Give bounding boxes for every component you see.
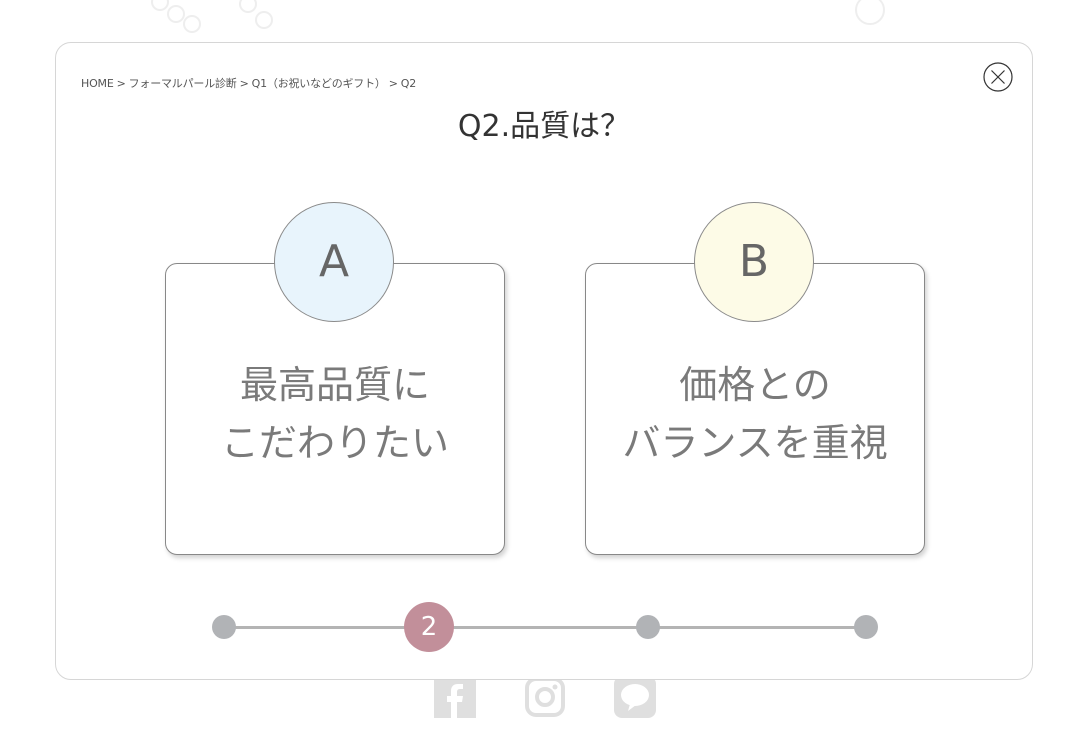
breadcrumb-diagnosis[interactable]: フォーマルパール診断 [129, 77, 237, 90]
instagram-icon[interactable] [524, 676, 566, 718]
option-b-badge: B [694, 202, 814, 322]
background-decoration [151, 0, 885, 33]
breadcrumb-current: Q2 [400, 77, 416, 90]
option-b-line1: 価格との [679, 363, 831, 407]
option-b-text: 価格との バランスを重視 [586, 356, 924, 472]
facebook-icon[interactable] [434, 676, 476, 718]
progress-indicator: 2 [212, 601, 880, 653]
option-a-line2: こだわりたい [220, 421, 449, 465]
progress-line [224, 626, 866, 629]
option-a-badge: A [274, 202, 394, 322]
breadcrumb-q1[interactable]: Q1（お祝いなどのギフト） [252, 77, 386, 90]
breadcrumb-separator: > [116, 77, 126, 90]
option-a-line1: 最高品質に [239, 363, 430, 407]
line-icon[interactable] [614, 676, 656, 718]
breadcrumb-home[interactable]: HOME [81, 77, 114, 90]
option-a-text: 最高品質に こだわりたい [166, 356, 504, 472]
diagnosis-modal: HOME > フォーマルパール診断 > Q1（お祝いなどのギフト） > Q2 Q2.品質は？… [55, 42, 1033, 680]
close-icon[interactable] [983, 62, 1013, 92]
progress-step-2-current: 2 [404, 602, 454, 652]
breadcrumb-separator: > [239, 77, 249, 90]
social-links [432, 676, 672, 720]
breadcrumb: HOME > フォーマルパール診断 > Q1（お祝いなどのギフト） > Q2 [81, 75, 416, 91]
breadcrumb-separator: > [388, 77, 398, 90]
option-b-card[interactable]: B 価格との バランスを重視 [585, 202, 925, 555]
progress-step-3 [636, 615, 660, 639]
progress-step-4 [854, 615, 878, 639]
option-b-line2: バランスを重視 [622, 421, 888, 465]
option-a-card[interactable]: A 最高品質に こだわりたい [165, 202, 505, 555]
progress-step-1 [212, 615, 236, 639]
question-title: Q2.品質は？ [457, 109, 631, 144]
